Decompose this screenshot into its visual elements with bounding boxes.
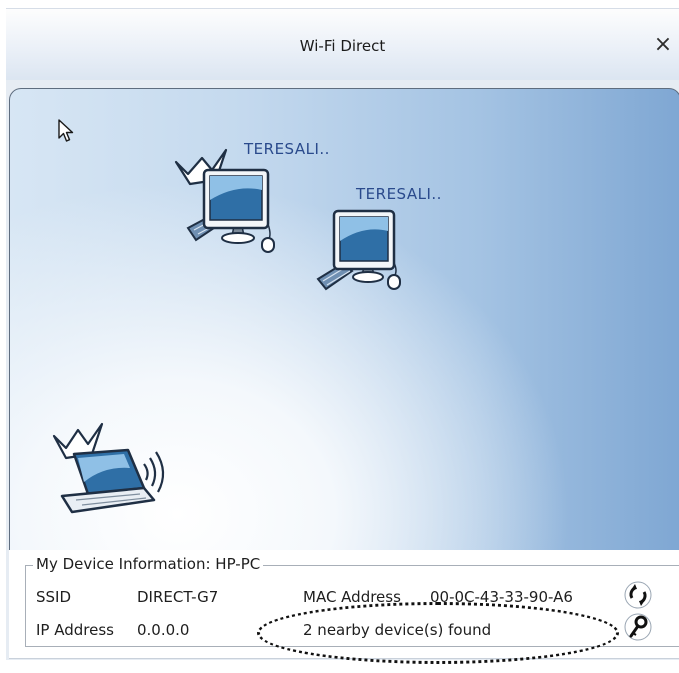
close-button[interactable]: × (651, 33, 675, 57)
ip-address-label: IP Address (36, 621, 114, 639)
ssid-value: DIRECT-G7 (137, 588, 219, 606)
wifi-direct-window: Wi-Fi Direct × TERESALI.. TERESALI.. My … (0, 0, 679, 673)
refresh-icon[interactable] (623, 580, 653, 610)
connect-icon[interactable] (623, 612, 653, 642)
mac-address-value: 00-0C-43-33-90-A6 (430, 588, 573, 606)
my-laptop-wireless-icon (52, 422, 165, 514)
nearby-device-2-name[interactable]: TERESALI.. (356, 185, 442, 203)
ssid-label: SSID (36, 588, 72, 606)
device-info-legend: My Device Information: HP-PC (33, 555, 264, 573)
title-bar: Wi-Fi Direct × (6, 8, 679, 82)
nearby-devices-status: 2 nearby device(s) found (303, 621, 492, 639)
window-title: Wi-Fi Direct (299, 37, 386, 55)
nearby-device-1-name[interactable]: TERESALI.. (244, 140, 330, 158)
cursor-icon (58, 119, 74, 142)
ip-address-value: 0.0.0.0 (137, 621, 190, 639)
nearby-device-2-icon[interactable] (314, 205, 404, 295)
mac-address-label: MAC Address (303, 588, 401, 606)
